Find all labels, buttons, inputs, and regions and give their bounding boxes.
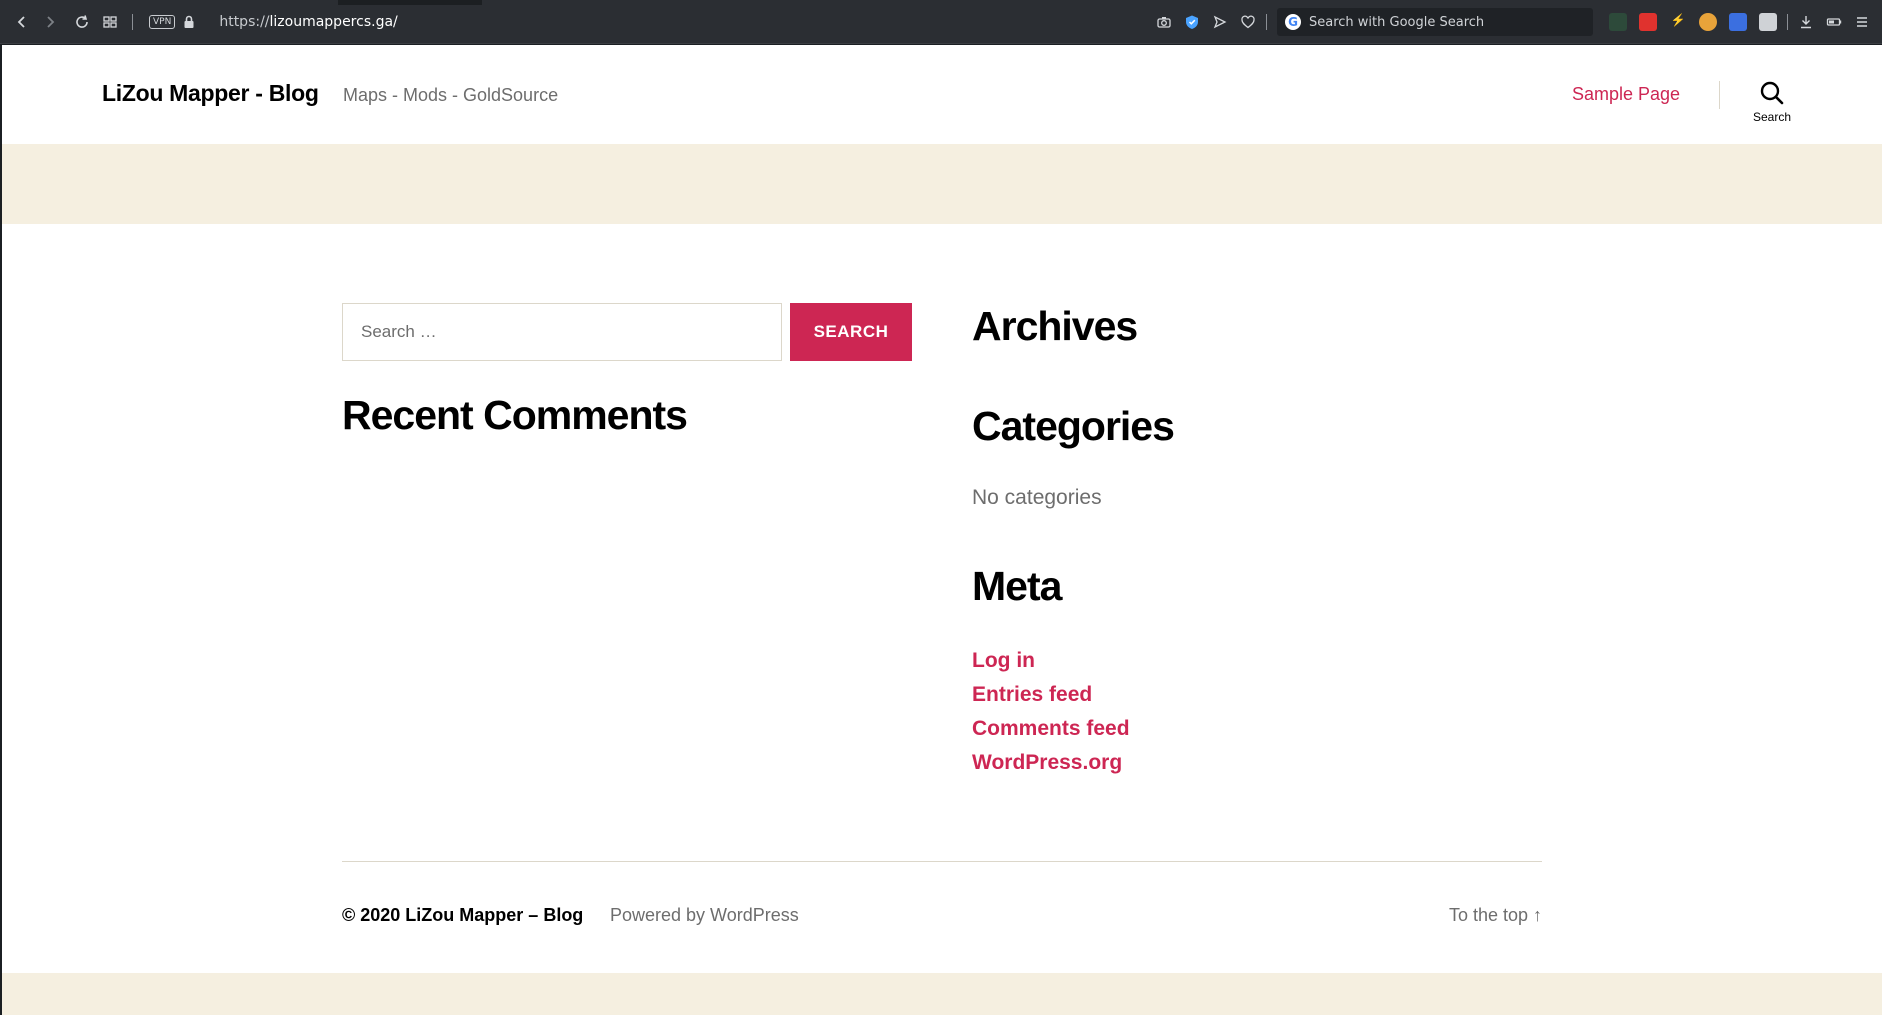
search-form: SEARCH — [342, 303, 912, 361]
tiles-button[interactable] — [96, 8, 124, 36]
download-icon — [1801, 16, 1811, 29]
meta-link-entries-feed[interactable]: Entries feed — [972, 678, 1130, 712]
toolbar-right: G Search with Google Search ⚡ — [1150, 0, 1882, 44]
browser-toolbar: VPN https://lizoumappercs.ga/ G Search w… — [0, 0, 1882, 44]
battery-button[interactable] — [1820, 8, 1848, 36]
extension-cookie-icon[interactable] — [1699, 13, 1717, 31]
google-icon: G — [1285, 14, 1301, 30]
search-toggle-label: Search — [1752, 110, 1792, 124]
reload-icon — [76, 14, 88, 28]
toolbar-divider — [132, 13, 133, 30]
site-tagline: Maps - Mods - GoldSource — [343, 85, 559, 105]
extension-lastpass-icon[interactable] — [1639, 13, 1657, 31]
back-button[interactable] — [8, 8, 36, 36]
url-scheme: https:// — [219, 13, 270, 30]
footer-divider — [342, 861, 1542, 862]
extension-translate-icon[interactable] — [1729, 13, 1747, 31]
nav-divider — [1719, 81, 1720, 109]
camera-icon — [1157, 17, 1171, 28]
to-the-top-link[interactable]: To the top ↑ — [1449, 905, 1542, 926]
site-header: LiZou Mapper - Blog Maps - Mods - GoldSo… — [2, 45, 1882, 144]
bottom-band — [2, 973, 1882, 1015]
recent-comments-title: Recent Comments — [342, 392, 688, 438]
search-icon — [1760, 81, 1784, 105]
reload-button[interactable] — [68, 8, 96, 36]
menu-icon — [1857, 17, 1867, 27]
footer-copyright[interactable]: © 2020 LiZou Mapper – Blog — [342, 905, 583, 926]
footer-widgets: SEARCH Recent Comments Archives Categori… — [2, 224, 1882, 864]
web-page: LiZou Mapper - Blog Maps - Mods - GoldSo… — [2, 45, 1882, 1015]
downloads-button[interactable] — [1792, 8, 1820, 36]
snapshot-button[interactable] — [1150, 8, 1178, 36]
forward-button[interactable] — [36, 8, 64, 36]
categories-empty-text: No categories — [972, 486, 1102, 509]
meta-link-wordpress-org[interactable]: WordPress.org — [972, 746, 1130, 780]
flow-button[interactable] — [1206, 8, 1234, 36]
url-host: lizoumappercs.ga/ — [269, 13, 398, 30]
meta-link-login[interactable]: Log in — [972, 644, 1130, 678]
search-toggle-button[interactable]: Search — [1750, 80, 1794, 124]
chevron-right-icon — [47, 15, 55, 28]
meta-links: Log in Entries feed Comments feed WordPr… — [972, 644, 1130, 780]
site-title[interactable]: LiZou Mapper - Blog — [102, 80, 319, 107]
archives-title: Archives — [972, 303, 1138, 349]
meta-link-comments-feed[interactable]: Comments feed — [972, 712, 1130, 746]
bookmark-button[interactable] — [1234, 8, 1262, 36]
categories-title: Categories — [972, 403, 1175, 449]
nav-sample-page[interactable]: Sample Page — [1572, 84, 1680, 105]
chevron-left-icon — [17, 15, 25, 28]
address-bar[interactable]: https://lizoumappercs.ga/ — [219, 14, 397, 30]
search-engine-placeholder: Search with Google Search — [1309, 14, 1485, 30]
extension-cube-icon[interactable] — [1609, 13, 1627, 31]
toolbar-divider-right — [1266, 14, 1267, 30]
search-engine-field[interactable]: G Search with Google Search — [1277, 8, 1593, 36]
send-icon — [1213, 15, 1227, 29]
toolbar-divider-ext — [1787, 14, 1788, 30]
search-submit-button[interactable]: SEARCH — [790, 303, 912, 361]
extension-window-icon[interactable] — [1759, 13, 1777, 31]
extension-bolt-icon[interactable]: ⚡ — [1669, 13, 1687, 31]
menu-button[interactable] — [1848, 8, 1876, 36]
adblock-button[interactable] — [1178, 8, 1206, 36]
meta-title: Meta — [972, 563, 1062, 609]
footer-powered-by[interactable]: Powered by WordPress — [610, 905, 799, 926]
shield-icon — [1186, 15, 1198, 29]
battery-icon — [1826, 18, 1842, 26]
tab-active[interactable] — [0, 0, 338, 5]
search-input[interactable] — [342, 303, 782, 361]
vpn-badge[interactable]: VPN — [149, 14, 176, 29]
header-band — [2, 144, 1882, 224]
grid-icon — [103, 15, 117, 28]
site-footer: © 2020 LiZou Mapper – Blog Powered by Wo… — [342, 905, 1542, 935]
heart-icon — [1241, 15, 1255, 29]
lock-icon — [184, 15, 194, 28]
secure-lock[interactable] — [175, 8, 203, 36]
